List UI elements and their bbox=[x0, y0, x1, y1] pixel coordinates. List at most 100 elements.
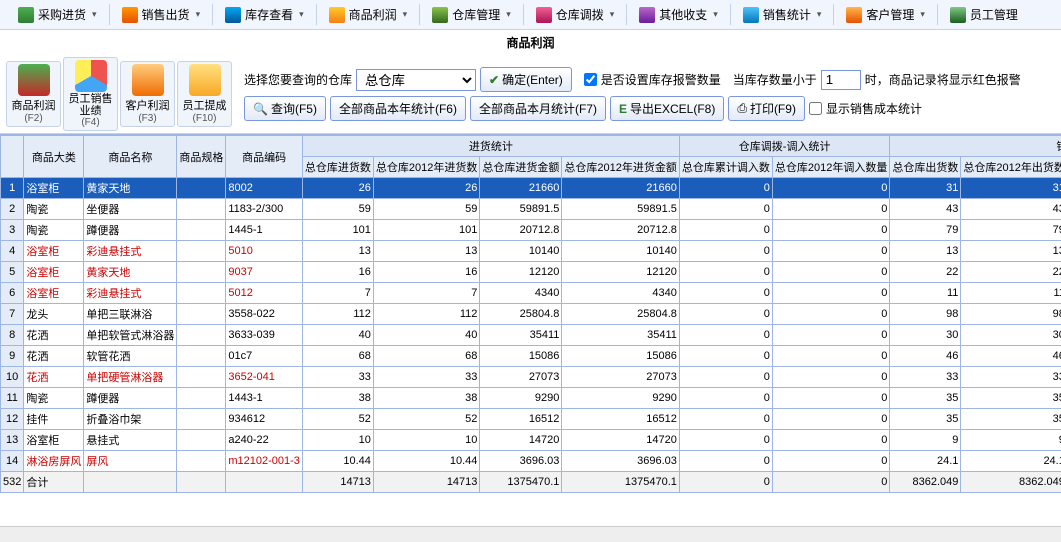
menu-stock[interactable]: 库存查看▾ bbox=[215, 0, 314, 29]
hotkey-label: (F3) bbox=[138, 113, 156, 124]
print-button[interactable]: ⎙打印(F9) bbox=[728, 96, 805, 121]
colgroup-sale[interactable]: 销售统计 bbox=[890, 136, 1061, 157]
cell-code: 1445-1 bbox=[226, 220, 303, 241]
row-number: 7 bbox=[1, 304, 24, 325]
col-sale-qty[interactable]: 总仓库出货数 bbox=[890, 157, 961, 178]
cell-value: 9290 bbox=[562, 388, 679, 409]
menu-sale[interactable]: 销售出货▾ bbox=[112, 0, 211, 29]
cell-category: 挂件 bbox=[24, 409, 84, 430]
hotkey-label: (F2) bbox=[24, 113, 42, 124]
cell-spec bbox=[177, 430, 226, 451]
cell-category: 花洒 bbox=[24, 367, 84, 388]
table-row[interactable]: 14淋浴房屏风屏风m12102-001-310.4410.443696.0336… bbox=[1, 451, 1061, 472]
row-number: 5 bbox=[1, 262, 24, 283]
table-row[interactable]: 8花洒单把软管式淋浴器3633-039404035411354110030303… bbox=[1, 325, 1061, 346]
staff-sales-button[interactable]: 员工销售 业绩(F4) bbox=[63, 57, 118, 131]
table-row[interactable]: 3陶瓷蹲便器1445-110110120712.820712.800797930… bbox=[1, 220, 1061, 241]
chevron-down-icon: ▾ bbox=[403, 9, 408, 20]
export-button[interactable]: E导出EXCEL(F8) bbox=[610, 96, 724, 121]
menu-transfer[interactable]: 仓库调拨▾ bbox=[526, 0, 625, 29]
col-allocin-y[interactable]: 总仓库2012年调入数量 bbox=[772, 157, 889, 178]
commission-button[interactable]: 员工提成(F10) bbox=[177, 61, 232, 127]
table-row[interactable]: 5浴室柜黄家天地90371616121201212000222230144301… bbox=[1, 262, 1061, 283]
table-row[interactable]: 1浴室柜黄家天地80022626216602166000313151938519… bbox=[1, 178, 1061, 199]
warehouse-select[interactable]: 总仓库 bbox=[356, 69, 476, 91]
show-cost-checkbox[interactable] bbox=[809, 102, 822, 115]
col-code[interactable]: 商品编码 bbox=[226, 136, 303, 178]
cell-category: 浴室柜 bbox=[24, 262, 84, 283]
cell-category: 浴室柜 bbox=[24, 283, 84, 304]
chart-icon bbox=[743, 7, 759, 23]
customer-profit-button[interactable]: 客户利润(F3) bbox=[120, 61, 175, 127]
cell-value: 0 bbox=[772, 367, 889, 388]
menu-warehouse[interactable]: 仓库管理▾ bbox=[422, 0, 521, 29]
cell-code: 3652-041 bbox=[226, 367, 303, 388]
cell-value: 0 bbox=[679, 409, 772, 430]
table-row[interactable]: 12挂件折叠浴巾架9346125252165121651200353519447… bbox=[1, 409, 1061, 430]
cell-name: 单把硬管淋浴器 bbox=[84, 367, 177, 388]
alarm-checkbox[interactable] bbox=[584, 73, 597, 86]
menu-profit[interactable]: 商品利润 ▾ bbox=[319, 0, 418, 29]
data-grid[interactable]: 商品大类 商品名称 商品规格 商品编码 进货统计 仓库调拨-调入统计 销售统计 … bbox=[0, 134, 1061, 526]
year-stats-button[interactable]: 全部商品本年统计(F6) bbox=[330, 96, 466, 121]
cell-code: 5010 bbox=[226, 241, 303, 262]
table-row[interactable]: 4浴室柜彩迪悬挂式5010131310140101400013132405624… bbox=[1, 241, 1061, 262]
col-in-qty[interactable]: 总仓库进货数 bbox=[302, 157, 373, 178]
menu-customer[interactable]: 客户管理 ▾ bbox=[836, 0, 935, 29]
cell-value: 35 bbox=[961, 388, 1061, 409]
chevron-down-icon: ▾ bbox=[920, 9, 925, 20]
btn-label: 导出EXCEL(F8) bbox=[630, 100, 715, 117]
table-row[interactable]: 9花洒软管花洒01c768681508615086004646203532035… bbox=[1, 346, 1061, 367]
menu-stats[interactable]: 销售统计▾ bbox=[733, 0, 832, 29]
table-row[interactable]: 13浴室柜悬挂式a240-221010147201472000991945719… bbox=[1, 430, 1061, 451]
colgroup-in[interactable]: 进货统计 bbox=[302, 136, 679, 157]
table-row[interactable]: 7龙头单把三联淋浴3558-02211211225804.825804.8009… bbox=[1, 304, 1061, 325]
cell-name: 悬挂式 bbox=[84, 430, 177, 451]
cell-value: 24.1 bbox=[890, 451, 961, 472]
cell-value: 10.44 bbox=[373, 451, 479, 472]
query-button[interactable]: 🔍查询(F5) bbox=[244, 96, 326, 121]
col-allocin-tot[interactable]: 总仓库累计调入数 bbox=[679, 157, 772, 178]
transfer-icon bbox=[536, 7, 552, 23]
cell-spec bbox=[177, 325, 226, 346]
cell-value: 0 bbox=[679, 262, 772, 283]
cell-value: 0 bbox=[772, 325, 889, 346]
menu-label: 客户管理 bbox=[866, 6, 914, 23]
colgroup-allocin[interactable]: 仓库调拨-调入统计 bbox=[679, 136, 889, 157]
menu-purchase[interactable]: 采购进货▾ bbox=[8, 0, 107, 29]
table-row[interactable]: 11陶瓷蹲便器1443-1383892909290003535159151591… bbox=[1, 388, 1061, 409]
table-row[interactable]: 2陶瓷坐便器1183-2/300595959891.559891.5004343… bbox=[1, 199, 1061, 220]
profit-button[interactable]: 商品利润(F2) bbox=[6, 61, 61, 127]
col-sale-qty-y[interactable]: 总仓库2012年出货数 bbox=[961, 157, 1061, 178]
cell-name: 单把三联淋浴 bbox=[84, 304, 177, 325]
cell-value: 15086 bbox=[562, 346, 679, 367]
cell-name: 折叠浴巾架 bbox=[84, 409, 177, 430]
horizontal-scrollbar[interactable] bbox=[0, 526, 1061, 542]
cell-value: 35 bbox=[961, 409, 1061, 430]
table-row[interactable]: 10花洒单把硬管淋浴器3652-041333327073270730033333… bbox=[1, 367, 1061, 388]
menu-label: 销售统计 bbox=[763, 6, 811, 23]
cell-value: 7 bbox=[302, 283, 373, 304]
col-in-amt-y[interactable]: 总仓库2012年进货金额 bbox=[562, 157, 679, 178]
table-row[interactable]: 6浴室柜彩迪悬挂式5012774340434000111118883188830… bbox=[1, 283, 1061, 304]
col-name[interactable]: 商品名称 bbox=[84, 136, 177, 178]
cell-code: 934612 bbox=[226, 409, 303, 430]
menu-staff[interactable]: 员工管理 bbox=[940, 0, 1028, 29]
show-cost-label: 显示销售成本统计 bbox=[826, 100, 922, 117]
menu-misc[interactable]: 其他收支▾ bbox=[629, 0, 728, 29]
col-category[interactable]: 商品大类 bbox=[24, 136, 84, 178]
month-stats-button[interactable]: 全部商品本月统计(F7) bbox=[470, 96, 606, 121]
cell-value: 0 bbox=[772, 178, 889, 199]
cell-value: 20712.8 bbox=[480, 220, 562, 241]
chevron-down-icon: ▾ bbox=[92, 9, 97, 20]
toolbar: 商品利润(F2) 员工销售 业绩(F4) 客户利润(F3) 员工提成(F10) … bbox=[0, 55, 1061, 134]
col-rownum[interactable] bbox=[1, 136, 24, 178]
menu-label: 商品利润 bbox=[349, 6, 397, 23]
alarm-threshold-input[interactable] bbox=[821, 70, 861, 90]
cell-value: 59891.5 bbox=[480, 199, 562, 220]
warehouse-icon bbox=[432, 7, 448, 23]
col-in-qty-y[interactable]: 总仓库2012年进货数 bbox=[373, 157, 479, 178]
confirm-button[interactable]: 确定(Enter) bbox=[480, 67, 572, 92]
col-spec[interactable]: 商品规格 bbox=[177, 136, 226, 178]
col-in-amt[interactable]: 总仓库进货金额 bbox=[480, 157, 562, 178]
